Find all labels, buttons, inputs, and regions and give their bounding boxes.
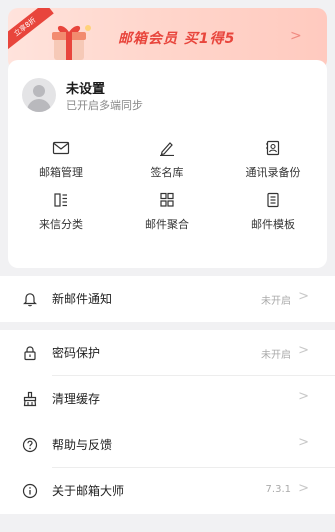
envelope-icon	[52, 141, 70, 155]
question-icon	[22, 437, 38, 453]
settings-group-security: 密码保护 未开启 > 清理缓存 >	[0, 330, 335, 422]
chevron-right-icon: >	[290, 28, 302, 44]
contact-card-icon	[266, 140, 280, 156]
password-protection-row[interactable]: 密码保护 未开启 >	[0, 330, 335, 376]
gift-box-icon	[52, 25, 91, 60]
grid-icon	[160, 192, 174, 207]
row-label: 帮助与反馈	[52, 438, 113, 452]
tool-label: 签名库	[150, 166, 184, 179]
sync-status: 已开启多端同步	[66, 99, 143, 112]
tool-label: 来信分类	[39, 218, 83, 231]
settings-group-notifications: 新邮件通知 未开启 >	[0, 276, 335, 322]
tool-label: 邮件聚合	[145, 218, 189, 231]
chevron-right-icon: >	[298, 389, 309, 404]
tool-label: 邮件模板	[251, 218, 295, 231]
tool-mail-classify[interactable]: 来信分类	[8, 192, 114, 232]
app-version: 7.3.1	[265, 484, 291, 495]
broom-icon	[23, 391, 37, 407]
account-card: 未设置 已开启多端同步 邮箱管理 签名库 通讯录备份 来信分类 邮件聚合 邮件模…	[8, 60, 327, 268]
tool-label: 邮箱管理	[39, 166, 83, 179]
tool-mailbox-manage[interactable]: 邮箱管理	[8, 140, 114, 180]
tool-mail-aggregate[interactable]: 邮件聚合	[114, 192, 220, 232]
new-mail-notification-row[interactable]: 新邮件通知 未开启 >	[0, 276, 335, 322]
tool-contacts-backup[interactable]: 通讯录备份	[220, 140, 326, 180]
tool-label: 通讯录备份	[245, 166, 301, 179]
promo-text: 邮箱会员 买1得5	[118, 31, 236, 47]
row-label: 密码保护	[52, 346, 101, 360]
clear-cache-row[interactable]: 清理缓存 >	[0, 376, 335, 422]
bell-icon	[23, 293, 37, 307]
help-feedback-row[interactable]: 帮助与反馈 >	[0, 422, 335, 468]
chevron-right-icon: >	[298, 289, 309, 304]
about-row[interactable]: 关于邮箱大师 7.3.1 >	[0, 468, 335, 514]
info-icon	[22, 483, 38, 499]
profile-row[interactable]: 未设置 已开启多端同步	[22, 76, 312, 112]
tool-mail-template[interactable]: 邮件模板	[220, 192, 326, 232]
row-value: 未开启	[261, 350, 291, 361]
columns-icon	[54, 193, 67, 207]
lock-icon	[24, 346, 36, 361]
row-label: 关于邮箱大师	[52, 484, 125, 498]
row-label: 清理缓存	[52, 392, 101, 406]
template-icon	[267, 192, 279, 208]
profile-name: 未设置	[66, 82, 106, 97]
chevron-right-icon: >	[298, 343, 309, 358]
avatar[interactable]	[22, 78, 56, 112]
row-label: 新邮件通知	[52, 292, 113, 306]
settings-group-about: 帮助与反馈 > 关于邮箱大师 7.3.1 >	[0, 422, 335, 514]
tool-signature-library[interactable]: 签名库	[114, 140, 220, 180]
pen-icon	[160, 142, 174, 156]
row-value: 未开启	[261, 296, 291, 307]
chevron-right-icon: >	[298, 435, 309, 450]
chevron-right-icon: >	[298, 481, 309, 496]
